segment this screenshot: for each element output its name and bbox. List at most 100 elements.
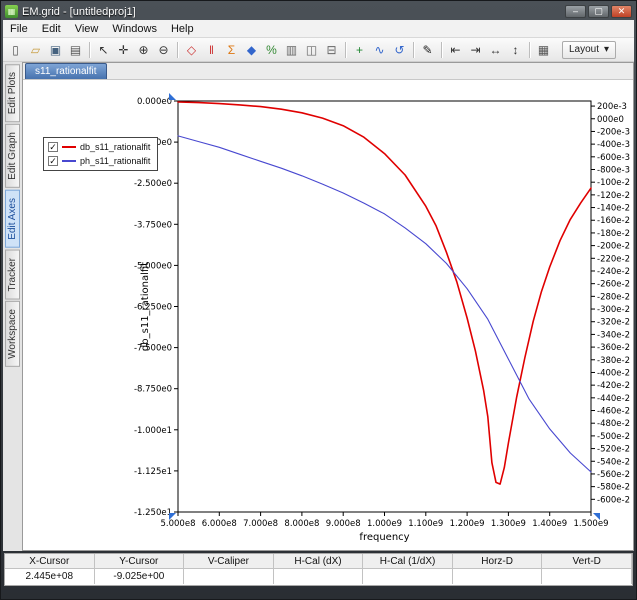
y-left-tick-label: -8.750e0	[134, 385, 172, 395]
y-right-tick-label: -180e-2	[597, 229, 630, 239]
sine-trace-icon[interactable]: ∿	[370, 40, 389, 59]
caliper-right-icon[interactable]: ⇥	[466, 40, 485, 59]
y-right-tick-label: -600e-2	[597, 495, 630, 505]
side-tab-tracker[interactable]: Tracker	[5, 250, 20, 300]
vertical-caliper-icon[interactable]: ‖	[202, 40, 221, 59]
y-right-tick-label: -240e-2	[597, 267, 630, 277]
print-icon[interactable]: ▤	[66, 40, 85, 59]
y-right-tick-label: 200e-3	[597, 102, 627, 112]
menu-windows[interactable]: Windows	[105, 22, 164, 36]
y-right-tick-label: -300e-2	[597, 305, 630, 315]
y-right-tick-label: -360e-2	[597, 343, 630, 353]
y-right-tick-label: -280e-2	[597, 292, 630, 302]
y-right-tick-label: -200e-3	[597, 127, 630, 137]
y-right-tick-label: -260e-2	[597, 280, 630, 290]
toolbar-separator	[441, 42, 442, 58]
tile-vertical-icon[interactable]: ⊟	[322, 40, 341, 59]
readout-header-v-caliper: V-Caliper	[184, 554, 274, 569]
cursor-marker[interactable]	[169, 93, 176, 100]
y-right-tick-label: -540e-2	[597, 457, 630, 467]
menu-file[interactable]: File	[3, 22, 35, 36]
side-tab-edit-graph[interactable]: Edit Graph	[5, 124, 20, 188]
legend-line-swatch	[62, 160, 76, 162]
y-right-tick-label: -800e-3	[597, 166, 630, 176]
toolbar-separator	[89, 42, 90, 58]
marker-tool-icon[interactable]: ◇	[182, 40, 201, 59]
tab-s11_rationalfit[interactable]: s11_rationalfit	[25, 63, 107, 79]
open-folder-icon[interactable]: ▱	[26, 40, 45, 59]
main-area: Edit Plots Edit Graph Edit Axes TrackerWork…	[3, 62, 634, 551]
legend-item: ✓ph_s11_rationalfit	[48, 156, 150, 166]
menu-help[interactable]: Help	[164, 22, 201, 36]
x-axis-title: frequency	[359, 532, 409, 543]
y-right-tick-label: 000e0	[597, 115, 624, 125]
x-tick-label: 1.500e9	[574, 519, 609, 529]
y-axis-title: db_s11_rationalfit	[140, 262, 151, 351]
x-tick-label: 1.100e9	[408, 519, 443, 529]
menu-view[interactable]: View	[68, 22, 106, 36]
toolbar-separator	[413, 42, 414, 58]
plot-frame	[178, 101, 591, 512]
close-button[interactable]: ✕	[611, 5, 632, 18]
zoom-out-icon[interactable]: ⊖	[154, 40, 173, 59]
save-icon[interactable]: ▣	[46, 40, 65, 59]
readout-header-y-cursor: Y-Cursor	[95, 554, 185, 569]
y-right-tick-label: -500e-2	[597, 432, 630, 442]
toolbar: ▯▱▣▤ ↖✛⊕⊖ ◇‖Σ◆%▥◫⊟ +∿↺ ✎ ⇤⇥↔↕ ▦ Layout▾	[3, 38, 634, 62]
y-right-tick-label: -120e-2	[597, 191, 630, 201]
window-controls: –▢✕	[565, 5, 632, 18]
caliper-reset-icon[interactable]: ↕	[506, 40, 525, 59]
maximize-button[interactable]: ▢	[588, 5, 609, 18]
zoom-in-icon[interactable]: ⊕	[134, 40, 153, 59]
grid-settings-icon[interactable]: ▦	[534, 40, 553, 59]
y-right-tick-label: -100e-2	[597, 178, 630, 188]
readout-header-x-cursor: X-Cursor	[5, 554, 95, 569]
menu-edit[interactable]: Edit	[35, 22, 68, 36]
toolbar-separator	[345, 42, 346, 58]
refresh-icon[interactable]: ↺	[390, 40, 409, 59]
readout-value-3	[274, 569, 364, 584]
y-right-tick-label: -460e-2	[597, 407, 630, 417]
side-tab-edit-axes[interactable]: Edit Axes	[5, 190, 20, 248]
layout-dropdown[interactable]: Layout▾	[562, 41, 616, 59]
sum-tool-icon[interactable]: Σ	[222, 40, 241, 59]
y-right-tick-label: -160e-2	[597, 216, 630, 226]
y-right-tick-label: -420e-2	[597, 381, 630, 391]
side-tab-strip: Edit Plots Edit Graph Edit Axes TrackerWork…	[3, 62, 22, 551]
diamond-marker-icon[interactable]: ◆	[242, 40, 261, 59]
caliper-span-icon[interactable]: ↔	[486, 40, 505, 59]
plot-area: 5.000e86.000e87.000e88.000e89.000e81.000…	[23, 80, 633, 550]
readout-header-horz-d: Horz-D	[453, 554, 543, 569]
window-resize-area	[3, 586, 634, 597]
tile-horizontal-icon[interactable]: ◫	[302, 40, 321, 59]
new-document-icon[interactable]: ▯	[6, 40, 25, 59]
y-right-tick-label: -200e-2	[597, 242, 630, 252]
toolbar-separator	[529, 42, 530, 58]
pan-tool-icon[interactable]: ✛	[114, 40, 133, 59]
titlebar[interactable]: ▦ EM.grid - [untitledproj1] –▢✕	[3, 3, 634, 20]
edit-pencil-icon[interactable]: ✎	[418, 40, 437, 59]
document-tab-bar: s11_rationalfit	[23, 63, 633, 80]
legend-checkbox[interactable]: ✓	[48, 156, 58, 166]
readout-header-vert-d: Vert-D	[542, 554, 632, 569]
side-tab-workspace[interactable]: Workspace	[5, 301, 20, 367]
add-trace-icon[interactable]: +	[350, 40, 369, 59]
readout-value-1: -9.025e+00	[95, 569, 185, 584]
chevron-down-icon: ▾	[604, 44, 609, 55]
legend-checkbox[interactable]: ✓	[48, 142, 58, 152]
readout-value-5	[453, 569, 543, 584]
y-right-tick-label: -220e-2	[597, 254, 630, 264]
x-tick-label: 1.200e9	[450, 519, 485, 529]
minimize-button[interactable]: –	[565, 5, 586, 18]
x-tick-label: 7.000e8	[243, 519, 278, 529]
select-pointer-icon[interactable]: ↖	[94, 40, 113, 59]
y-right-tick-label: -400e-2	[597, 368, 630, 378]
stacked-plot-icon[interactable]: ▥	[282, 40, 301, 59]
caliper-left-icon[interactable]: ⇤	[446, 40, 465, 59]
y-left-tick-label: 0.000e0	[137, 97, 172, 107]
side-tab-edit-plots[interactable]: Edit Plots	[5, 64, 20, 122]
app-window: ▦ EM.grid - [untitledproj1] –▢✕ FileEdit…	[0, 0, 637, 600]
y-left-tick-label: -1.125e1	[134, 467, 172, 477]
percent-tool-icon[interactable]: %	[262, 40, 281, 59]
y-right-tick-label: -600e-3	[597, 153, 630, 163]
